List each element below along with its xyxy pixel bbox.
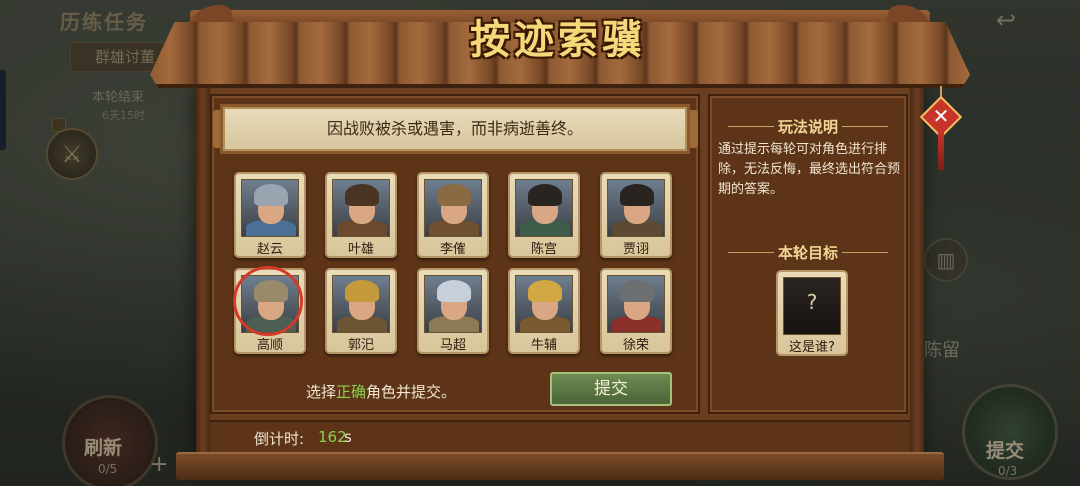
character-card[interactable]: 叶雄 [325,172,397,258]
character-card[interactable]: 陈宫 [508,172,580,258]
rules-title: 玩法说明 [708,116,908,137]
instruction-highlight: 正确 [336,383,367,401]
portrait-helmet [437,184,471,206]
mystery-portrait: ? [783,277,841,335]
left-post [196,86,210,456]
instruction-after: 角色并提交。 [366,383,457,401]
mystery-character-card: ? 这是谁? [776,270,848,356]
character-card[interactable]: 徐荣 [600,268,672,354]
goal-title: 本轮目标 [708,242,908,263]
character-name: 叶雄 [347,242,374,257]
portrait-helmet [345,184,379,206]
submit-button[interactable]: 提交 [550,372,672,406]
character-name: 郭汜 [347,338,374,353]
bottom-beam [176,452,944,480]
timer-bar [210,420,910,452]
character-name: 牛辅 [530,338,557,353]
timer-label: 倒计时: [254,430,305,448]
character-portrait [607,275,665,333]
character-portrait [424,275,482,333]
mystery-name: 这是谁? [789,340,835,355]
portrait-helmet [254,184,288,206]
character-card[interactable]: 牛辅 [508,268,580,354]
character-portrait [241,179,299,237]
character-name: 马超 [439,338,466,353]
character-name: 高顺 [256,338,283,353]
character-name: 赵云 [256,242,283,257]
portrait-helmet [528,280,562,302]
character-portrait [424,179,482,237]
timer-unit: s [344,428,352,446]
character-card[interactable]: 马超 [417,268,489,354]
character-portrait [332,179,390,237]
instruction-text: 选择正确角色并提交。 [306,381,456,402]
right-post [910,86,924,456]
character-portrait [607,179,665,237]
character-portrait [515,275,573,333]
portrait-helmet [620,184,654,206]
character-name: 贾诩 [622,242,649,257]
character-card[interactable]: 贾诩 [600,172,672,258]
character-name: 徐荣 [622,338,649,353]
clue-text: 因战败被杀或遇害，而非病逝善终。 [220,104,690,154]
portrait-helmet [528,184,562,206]
timer-value: 162 [318,428,347,446]
question-mark-icon: ? [806,290,818,314]
portrait-helmet [620,280,654,302]
portrait-helmet [345,280,379,302]
character-card[interactable]: 李傕 [417,172,489,258]
character-portrait [332,275,390,333]
rules-text: 通过提示每轮可对角色进行排除，无法反悔，最终选出符合预期的答案。 [718,142,901,197]
portrait-helmet [437,280,471,302]
character-name: 陈宫 [530,242,557,257]
character-card[interactable]: 郭汜 [325,268,397,354]
selection-ring [233,266,303,336]
character-card[interactable]: 赵云 [234,172,306,258]
character-name: 李傕 [439,242,466,257]
close-tassel [938,132,944,170]
instruction-before: 选择 [306,383,337,401]
dialog-title: 按迹索骥 [470,16,646,63]
character-portrait [515,179,573,237]
